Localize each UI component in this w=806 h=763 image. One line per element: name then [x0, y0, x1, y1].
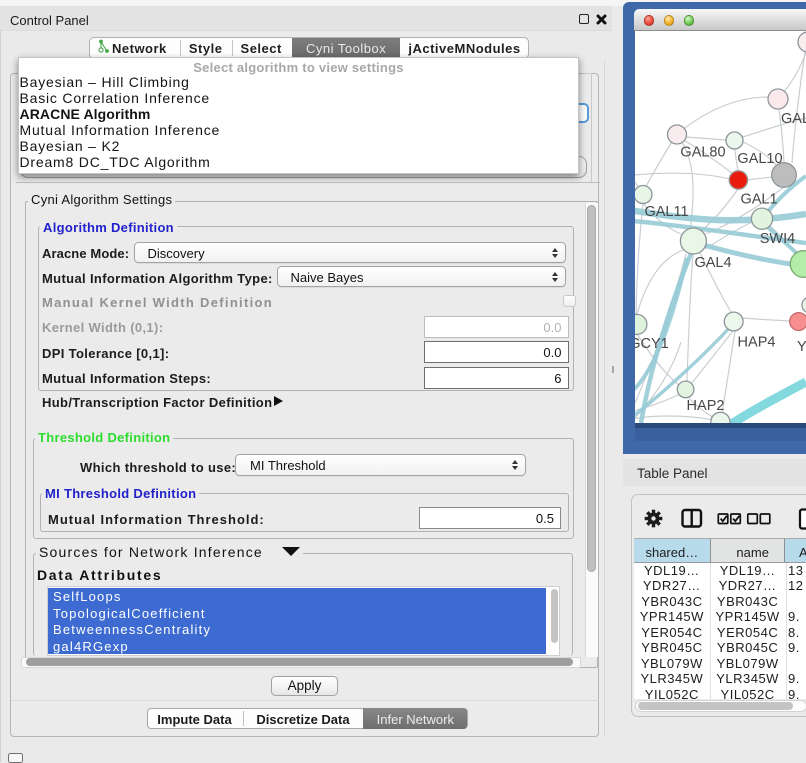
svg-text:GAL80: GAL80	[680, 145, 725, 161]
svg-text:YJ: YJ	[797, 339, 806, 355]
svg-text:GAL11: GAL11	[644, 204, 688, 220]
svg-text:GAL7: GAL7	[781, 111, 806, 127]
svg-text:GAL1: GAL1	[740, 192, 777, 208]
svg-text:GAL4: GAL4	[694, 255, 731, 271]
svg-text:SWI4: SWI4	[760, 231, 795, 247]
svg-text:GAL10: GAL10	[737, 151, 782, 167]
svg-text:HAP4: HAP4	[738, 335, 776, 351]
svg-text:GCY1: GCY1	[635, 336, 669, 352]
svg-text:HAP2: HAP2	[687, 398, 725, 414]
